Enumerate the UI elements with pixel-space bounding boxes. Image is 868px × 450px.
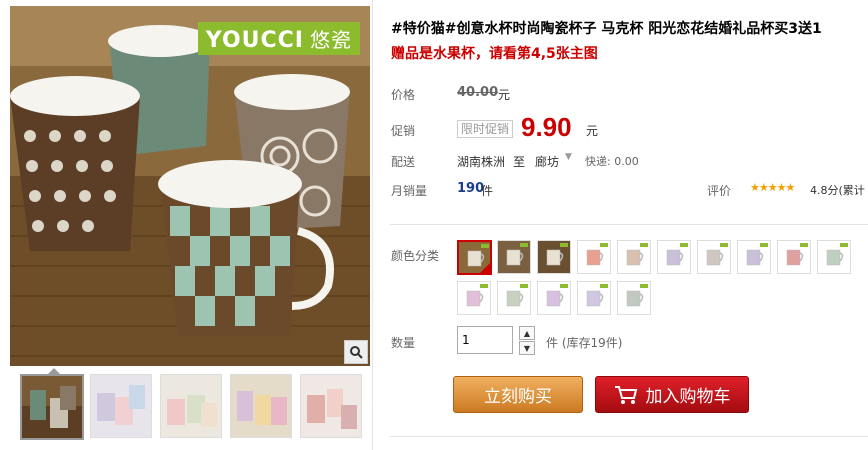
rating-label: 评价 — [707, 184, 732, 198]
promo-price: 9.90 — [521, 112, 572, 142]
shipping-to-word: 至 — [513, 155, 526, 169]
quantity-down-icon[interactable]: ▼ — [519, 341, 535, 355]
color-swatch[interactable] — [777, 240, 811, 274]
cart-icon — [614, 385, 637, 404]
divider — [390, 224, 868, 225]
main-product-image[interactable]: YOUCCI 悠瓷 — [10, 6, 370, 366]
brand-logo-cn: 悠瓷 — [310, 28, 352, 52]
color-swatch[interactable] — [577, 240, 611, 274]
brand-logo: YOUCCI 悠瓷 — [197, 22, 360, 55]
shipping-destination[interactable]: 廊坊 — [535, 153, 559, 170]
rating-stars: ★★★★★ — [750, 181, 795, 194]
promo-tag: 限时促销 — [457, 120, 514, 138]
zoom-icon[interactable] — [344, 340, 368, 364]
promo-unit: 元 — [586, 124, 599, 138]
price-label: 价格 — [391, 88, 416, 102]
rating-score[interactable]: 4.8分(累计 — [810, 182, 865, 198]
color-swatch[interactable] — [697, 240, 731, 274]
sales-unit: 件 — [481, 184, 494, 198]
product-details: #特价猫#创意水杯时尚陶瓷杯子 马克杯 阳光恋花结婚礼品杯买3送1 赠品是水果杯… — [380, 0, 868, 450]
quantity-up-icon[interactable]: ▲ — [519, 326, 535, 340]
gallery: YOUCCI 悠瓷 — [0, 0, 380, 450]
divider-bottom — [390, 436, 868, 437]
color-swatch[interactable] — [537, 240, 571, 274]
quantity-label: 数量 — [391, 336, 416, 350]
thumbnail-strip — [10, 374, 380, 440]
promo-label: 促销 — [391, 124, 416, 138]
color-swatch[interactable] — [657, 240, 691, 274]
price-unit: 元 — [498, 88, 511, 102]
thumbnail-1[interactable] — [20, 374, 84, 440]
buy-now-button[interactable]: 立刻购买 — [453, 376, 583, 413]
add-to-cart-label: 加入购物车 — [645, 387, 731, 407]
shipping-label: 配送 — [391, 155, 416, 169]
color-swatch[interactable] — [737, 240, 771, 274]
color-swatch[interactable] — [497, 281, 531, 315]
original-price: 40.00 — [457, 85, 499, 100]
color-swatch[interactable] — [537, 281, 571, 315]
column-divider — [372, 0, 373, 450]
selected-check-icon — [480, 263, 490, 273]
thumbnail-5[interactable] — [300, 374, 362, 438]
shipping-from: 湖南株洲 — [457, 155, 506, 169]
color-label: 颜色分类 — [391, 249, 440, 263]
sales-label: 月销量 — [391, 184, 428, 198]
shipping-method: 快递: 0.00 — [585, 155, 639, 168]
color-swatch[interactable] — [457, 281, 491, 315]
color-swatch[interactable] — [617, 281, 651, 315]
color-swatch[interactable] — [817, 240, 851, 274]
thumbnail-2[interactable] — [90, 374, 152, 438]
thumbnail-4[interactable] — [230, 374, 292, 438]
color-swatch[interactable] — [457, 240, 492, 275]
color-swatch[interactable] — [577, 281, 611, 315]
chevron-down-icon[interactable]: ▼ — [565, 152, 572, 162]
add-to-cart-button[interactable]: 加入购物车 — [595, 376, 749, 413]
thumbnail-3[interactable] — [160, 374, 222, 438]
quantity-input[interactable] — [457, 326, 513, 354]
product-subtitle: 赠品是水果杯，请看第4,5张主图 — [391, 46, 598, 62]
color-swatch[interactable] — [617, 240, 651, 274]
color-swatch[interactable] — [497, 240, 531, 274]
brand-logo-text: YOUCCI — [205, 28, 304, 53]
product-title: #特价猫#创意水杯时尚陶瓷杯子 马克杯 阳光恋花结婚礼品杯买3送1 — [391, 21, 822, 37]
stock-text: 件 (库存19件) — [546, 336, 623, 350]
